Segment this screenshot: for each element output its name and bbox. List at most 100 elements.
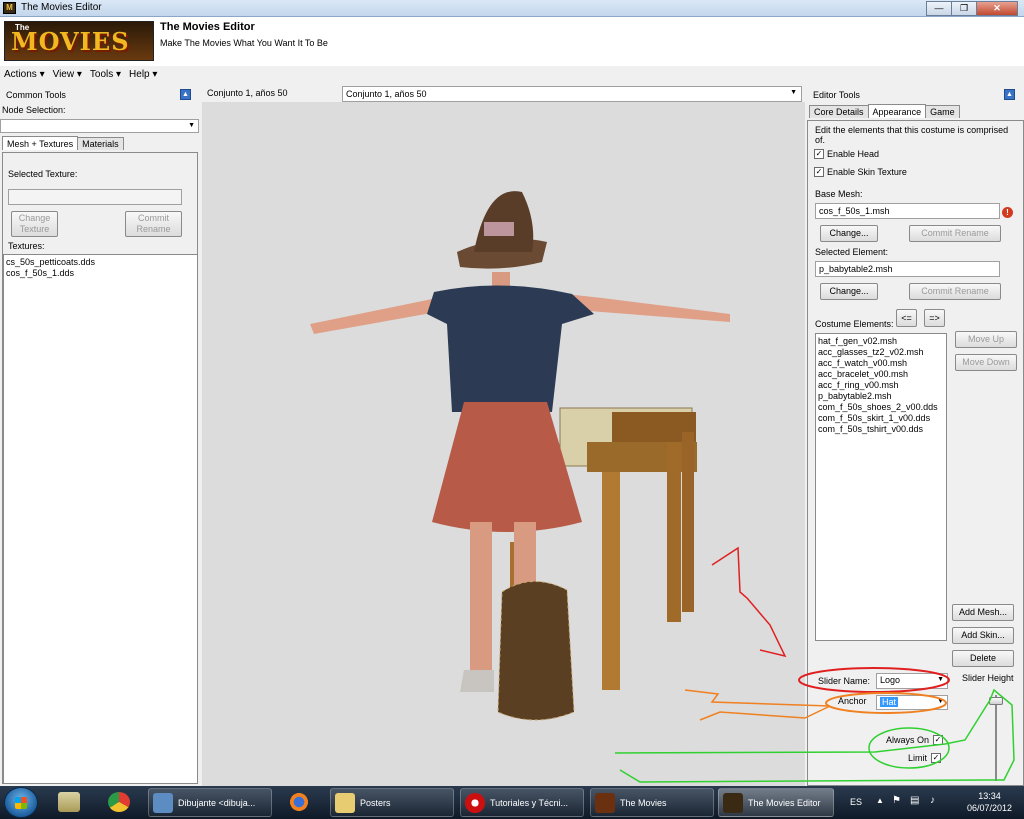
movies-editor-icon — [723, 792, 743, 813]
textures-list[interactable]: cs_50s_petticoats.dds cos_f_50s_1.dds — [3, 254, 198, 784]
anchor-label: Anchor — [838, 696, 867, 706]
opera-icon — [465, 792, 485, 813]
enable-skin-checkbox[interactable]: ✓ Enable Skin Texture — [814, 167, 907, 177]
taskbar-item[interactable]: Posters — [330, 788, 454, 817]
list-item[interactable]: hat_f_gen_v02.msh — [818, 336, 944, 347]
messenger-icon — [153, 792, 173, 813]
list-item[interactable]: com_f_50s_skirt_1_v00.dds — [818, 413, 944, 424]
menu-actions[interactable]: Actions ▾ — [0, 66, 49, 84]
tab-materials[interactable]: Materials — [77, 137, 124, 150]
3d-viewport[interactable]: Conjunto 1, años 50 Conjunto 1, años 50 … — [202, 86, 805, 786]
flag-icon[interactable]: ⚑ — [892, 795, 901, 806]
left-tabs: Mesh + Textures Materials — [2, 136, 124, 150]
anchor-dropdown[interactable]: Hat ▼ — [876, 695, 948, 710]
slider-height-slider[interactable] — [988, 695, 1004, 785]
list-item[interactable]: com_f_50s_tshirt_v00.dds — [818, 424, 944, 435]
commit-rename-base-button[interactable]: Commit Rename — [909, 225, 1001, 242]
list-item[interactable]: p_babytable2.msh — [818, 391, 944, 402]
list-item[interactable]: acc_f_watch_v00.msh — [818, 358, 944, 369]
always-on-checkbox[interactable]: ✓ Always On — [886, 735, 944, 745]
delete-button[interactable]: Delete — [952, 650, 1014, 667]
menu-help[interactable]: Help ▾ — [125, 66, 161, 84]
checkbox-label: Always On — [886, 735, 930, 745]
tab-core-details[interactable]: Core Details — [809, 105, 869, 118]
taskbar-item[interactable]: The Movies — [590, 788, 714, 817]
base-mesh-field[interactable]: cos_f_50s_1.msh — [815, 203, 1000, 219]
maximize-button[interactable]: ❐ — [951, 1, 977, 16]
next-element-button[interactable]: => — [924, 309, 945, 327]
add-mesh-button[interactable]: Add Mesh... — [952, 604, 1014, 621]
explorer-pinned-icon[interactable] — [58, 792, 80, 812]
costume-elements-list[interactable]: hat_f_gen_v02.msh acc_glasses_tz2_v02.ms… — [815, 333, 947, 641]
panel-title: Editor Tools — [813, 90, 860, 100]
list-item[interactable]: cs_50s_petticoats.dds — [6, 257, 195, 268]
checkbox-check-icon: ✓ — [814, 149, 824, 159]
tab-game[interactable]: Game — [925, 105, 960, 118]
add-skin-button[interactable]: Add Skin... — [952, 627, 1014, 644]
chevron-down-icon: ▼ — [937, 676, 944, 683]
costume-breadcrumb: Conjunto 1, años 50 — [207, 88, 288, 98]
move-down-button[interactable]: Move Down — [955, 354, 1017, 371]
editor-tools-panel: Editor Tools ▲ Core Details Appearance G… — [807, 86, 1024, 786]
list-item[interactable]: acc_bracelet_v00.msh — [818, 369, 944, 380]
costume-selector[interactable]: Conjunto 1, años 50 ▼ — [342, 86, 802, 102]
selected-texture-field[interactable] — [8, 189, 182, 205]
slider-thumb[interactable] — [989, 697, 1003, 705]
enable-head-checkbox[interactable]: ✓ Enable Head — [814, 149, 879, 159]
pin-icon[interactable]: ▲ — [1004, 89, 1015, 100]
menu-tools[interactable]: Tools ▾ — [86, 66, 125, 84]
node-selection-dropdown[interactable]: ▼ — [0, 119, 199, 133]
tab-appearance[interactable]: Appearance — [867, 104, 927, 118]
chrome-pinned-icon[interactable] — [108, 792, 130, 812]
limit-checkbox[interactable]: ✓ Limit — [908, 753, 942, 763]
taskbar: Dibujante <dibuja... Posters Tutoriales … — [0, 786, 1024, 819]
selected-element-field[interactable]: p_babytable2.msh — [815, 261, 1000, 277]
list-item[interactable]: cos_f_50s_1.dds — [6, 268, 195, 279]
right-tabs: Core Details Appearance Game — [809, 104, 960, 118]
prev-element-button[interactable]: <= — [896, 309, 917, 327]
commit-rename-button[interactable]: Commit Rename — [125, 211, 182, 237]
blender-pinned-icon[interactable] — [288, 792, 310, 812]
checkbox-check-icon: ✓ — [933, 735, 944, 745]
network-icon[interactable]: ▤ — [910, 795, 919, 806]
change-base-mesh-button[interactable]: Change... — [820, 225, 878, 242]
change-element-button[interactable]: Change... — [820, 283, 878, 300]
mesh-textures-page: Selected Texture: Change Texture Commit … — [2, 152, 198, 784]
app-header: The MOVIES The Movies Editor Make The Mo… — [0, 17, 1024, 66]
minimize-button[interactable]: — — [926, 1, 952, 16]
system-tray: ES ▲ ⚑ ▤ ♪ 13:34 06/07/2012 — [840, 786, 1024, 819]
logo-text: MOVIES — [11, 27, 130, 56]
list-item[interactable]: com_f_50s_shoes_2_v00.dds — [818, 402, 944, 413]
textures-label: Textures: — [8, 241, 45, 251]
list-item[interactable]: acc_f_ring_v00.msh — [818, 380, 944, 391]
taskbar-item[interactable]: Tutoriales y Técni... — [460, 788, 584, 817]
selected-element-label: Selected Element: — [815, 247, 889, 257]
taskbar-item[interactable]: The Movies Editor — [718, 788, 834, 817]
selected-texture-label: Selected Texture: — [8, 169, 78, 179]
close-button[interactable]: ✕ — [976, 1, 1018, 16]
window-controls: — ❐ ✕ — [926, 1, 1018, 16]
language-indicator[interactable]: ES — [850, 797, 862, 807]
list-item[interactable]: acc_glasses_tz2_v02.msh — [818, 347, 944, 358]
taskbar-item[interactable]: Dibujante <dibuja... — [148, 788, 272, 817]
slider-name-label: Slider Name: — [818, 676, 871, 686]
windows-logo-icon — [15, 797, 27, 809]
slider-name-dropdown[interactable]: Logo ▼ — [876, 673, 948, 689]
window-title: The Movies Editor — [21, 2, 102, 13]
tab-mesh-textures[interactable]: Mesh + Textures — [2, 136, 79, 150]
clock[interactable]: 13:34 06/07/2012 — [967, 790, 1012, 814]
pin-icon[interactable]: ▲ — [180, 89, 191, 100]
character-render — [310, 191, 730, 721]
checkbox-label: Enable Skin Texture — [827, 167, 907, 177]
menu-view[interactable]: View ▾ — [49, 66, 86, 84]
move-up-button[interactable]: Move Up — [955, 331, 1017, 348]
volume-icon[interactable]: ♪ — [930, 795, 935, 806]
costume-elements-label: Costume Elements: — [815, 319, 894, 329]
appearance-page: Edit the elements that this costume is c… — [807, 120, 1024, 786]
the-movies-icon — [595, 792, 615, 813]
commit-rename-element-button[interactable]: Commit Rename — [909, 283, 1001, 300]
show-hidden-icons-icon[interactable]: ▲ — [876, 796, 884, 805]
chevron-down-icon: ▼ — [937, 698, 944, 705]
change-texture-button[interactable]: Change Texture — [11, 211, 58, 237]
start-button[interactable] — [4, 787, 38, 818]
